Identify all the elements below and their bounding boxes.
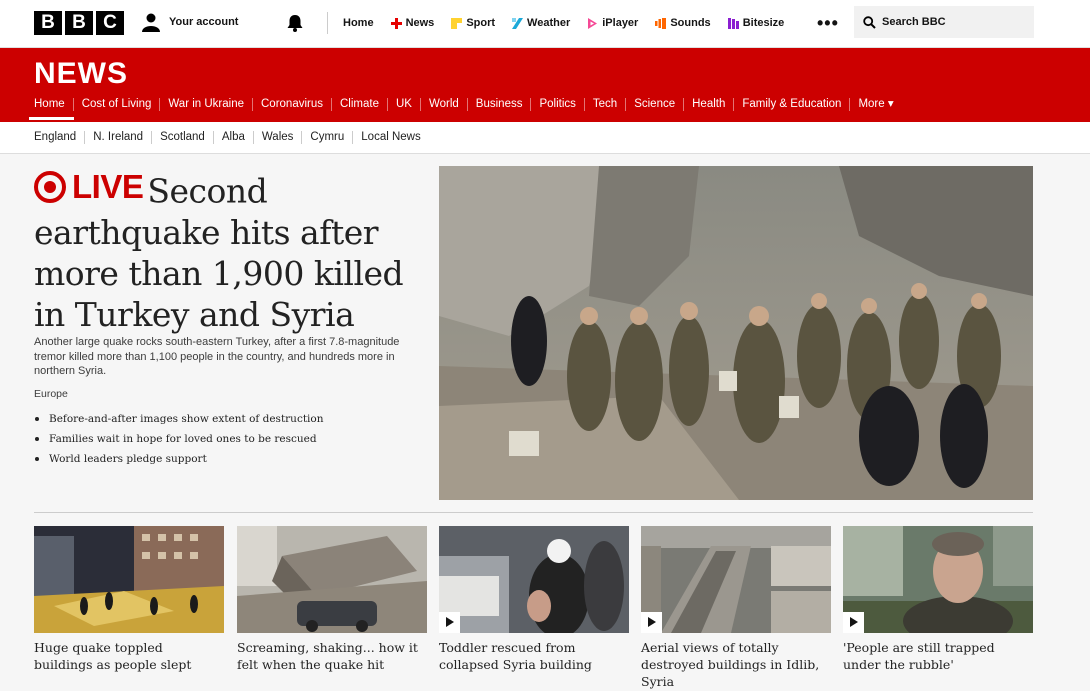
regional-nav-item[interactable]: Cymru — [301, 131, 352, 144]
news-nav-item[interactable]: Climate — [331, 98, 387, 111]
bitesize-icon — [727, 17, 739, 29]
notifications-bell-icon[interactable] — [285, 13, 305, 33]
live-badge: LIVE — [34, 166, 144, 207]
sounds-icon — [655, 17, 667, 29]
global-nav-label: Home — [343, 17, 374, 29]
regional-nav-item[interactable]: Local News — [352, 131, 428, 144]
news-nav-more[interactable]: More ▾ — [849, 98, 901, 111]
news-nav-item[interactable]: Business — [466, 98, 531, 111]
global-nav-label: Bitesize — [742, 17, 785, 29]
bbc-logo[interactable]: B B C — [34, 11, 124, 35]
news-nav-item[interactable]: War in Ukraine — [159, 98, 252, 111]
aerial-destruction-photo — [641, 526, 831, 633]
news-nav-item[interactable]: Coronavirus — [252, 98, 331, 111]
user-icon — [142, 13, 160, 32]
regional-nav-item[interactable]: N. Ireland — [84, 131, 151, 144]
sport-icon — [451, 17, 463, 29]
global-nav-sounds[interactable]: Sounds — [655, 17, 711, 29]
news-nav-item[interactable]: Health — [683, 98, 733, 111]
account-link[interactable]: Your account — [141, 12, 238, 32]
news-nav-item[interactable]: Family & Education — [733, 98, 849, 111]
account-label: Your account — [169, 16, 239, 28]
global-nav-label: Sounds — [670, 17, 711, 29]
logo-letter: B — [65, 11, 93, 35]
story-title: Screaming, shaking... how it felt when t… — [237, 640, 418, 672]
story-thumbnail — [237, 526, 427, 633]
regional-nav-item[interactable]: England — [34, 131, 84, 144]
play-video-icon[interactable] — [641, 612, 662, 633]
story-thumbnail — [843, 526, 1033, 633]
global-header: B B C Your account Home News Sport Weath… — [0, 0, 1090, 48]
section-divider — [34, 512, 1033, 513]
news-title[interactable]: NEWS — [34, 57, 128, 91]
story-card[interactable]: Huge quake toppled buildings as people s… — [34, 526, 224, 673]
news-nav: Home Cost of Living War in Ukraine Coron… — [34, 98, 902, 111]
story-thumbnail — [439, 526, 629, 633]
news-icon — [390, 17, 402, 29]
news-nav-item[interactable]: Politics — [530, 98, 583, 111]
story-title: 'People are still trapped under the rubb… — [843, 640, 995, 672]
logo-letter: B — [34, 11, 62, 35]
story-card[interactable]: Aerial views of totally destroyed buildi… — [641, 526, 831, 690]
header-divider — [327, 12, 328, 34]
story-card[interactable]: Screaming, shaking... how it felt when t… — [237, 526, 427, 673]
regional-nav: England N. Ireland Scotland Alba Wales C… — [0, 122, 1090, 154]
toddler-rescue-photo — [439, 526, 629, 633]
global-nav-iplayer[interactable]: iPlayer — [587, 17, 638, 29]
global-nav-bitesize[interactable]: Bitesize — [727, 17, 785, 29]
live-icon — [34, 170, 66, 203]
weather-icon — [512, 17, 524, 29]
active-tab-indicator — [29, 117, 74, 120]
story-thumbnail — [641, 526, 831, 633]
news-nav-item[interactable]: World — [419, 98, 467, 111]
search-icon — [863, 15, 876, 29]
global-nav-label: Sport — [466, 17, 496, 29]
play-video-icon[interactable] — [843, 612, 864, 633]
related-link[interactable]: World leaders pledge support — [34, 452, 323, 472]
global-nav-label: News — [405, 17, 435, 29]
related-links: Before-and-after images show extent of d… — [34, 412, 323, 472]
story-title: Aerial views of totally destroyed buildi… — [641, 640, 820, 689]
related-link[interactable]: Families wait in hope for loved ones to … — [34, 432, 323, 452]
news-nav-item[interactable]: Home — [34, 98, 73, 111]
lead-image[interactable] — [439, 166, 1033, 500]
regional-nav-item[interactable]: Alba — [212, 131, 253, 144]
global-nav-label: Weather — [527, 17, 571, 29]
news-header: NEWS Home Cost of Living War in Ukraine … — [0, 48, 1090, 122]
news-nav-item[interactable]: UK — [386, 98, 420, 111]
related-link[interactable]: Before-and-after images show extent of d… — [34, 412, 323, 432]
search-box[interactable]: Search BBC — [854, 6, 1034, 38]
regional-nav-item[interactable]: Scotland — [151, 131, 213, 144]
global-nav: Home News Sport Weather iPlayer Sounds B… — [343, 0, 801, 46]
global-nav-label: iPlayer — [602, 17, 639, 29]
collapsed-building-photo — [237, 526, 427, 633]
logo-letter: C — [96, 11, 124, 35]
story-card[interactable]: Toddler rescued from collapsed Syria bui… — [439, 526, 629, 673]
story-title: Huge quake toppled buildings as people s… — [34, 640, 192, 672]
more-menu-button[interactable]: ••• — [817, 13, 839, 34]
story-card[interactable]: 'People are still trapped under the rubb… — [843, 526, 1033, 673]
play-video-icon[interactable] — [439, 612, 460, 633]
lead-headline[interactable]: LIVE Second earthquake hits after more t… — [34, 166, 434, 335]
story-title: Toddler rescued from collapsed Syria bui… — [439, 640, 592, 672]
news-nav-item[interactable]: Science — [625, 98, 683, 111]
lead-summary: Another large quake rocks south-eastern … — [34, 336, 400, 377]
man-interview-photo — [843, 526, 1033, 633]
global-nav-weather[interactable]: Weather — [512, 17, 570, 29]
night-quake-photo — [34, 526, 224, 633]
search-placeholder: Search BBC — [882, 16, 946, 28]
story-thumbnail — [34, 526, 224, 633]
global-nav-home[interactable]: Home — [343, 17, 374, 29]
live-label: LIVE — [72, 168, 144, 205]
rescue-workers-rubble-photo — [439, 166, 1033, 500]
news-nav-item[interactable]: Cost of Living — [72, 98, 160, 111]
lead-section-tag[interactable]: Europe — [34, 388, 68, 400]
iplayer-icon — [588, 17, 598, 29]
global-nav-sport[interactable]: Sport — [451, 17, 495, 29]
regional-nav-item[interactable]: Wales — [252, 131, 302, 144]
global-nav-news[interactable]: News — [390, 17, 435, 29]
news-nav-item[interactable]: Tech — [583, 98, 625, 111]
